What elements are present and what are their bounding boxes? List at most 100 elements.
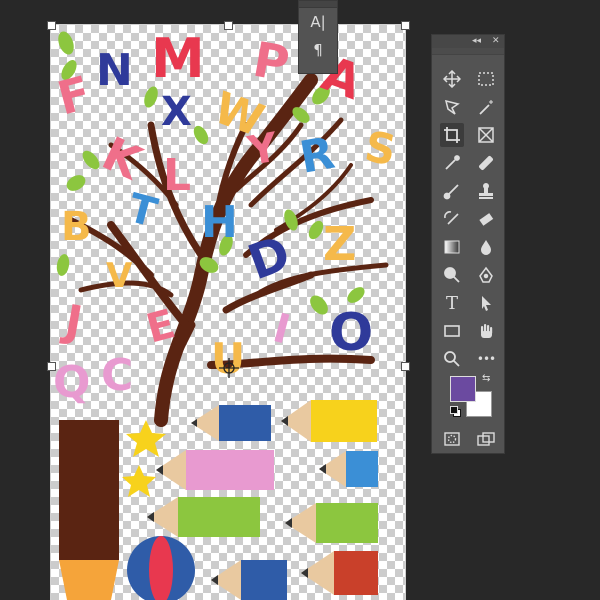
artwork-letter-f: F (52, 65, 96, 125)
transform-handle[interactable] (224, 21, 233, 30)
lasso-tool-button[interactable] (440, 95, 464, 119)
artwork-letter-c: C (101, 350, 133, 401)
lasso-tool-icon (444, 99, 460, 115)
clone-stamp-tool-button[interactable] (474, 179, 498, 203)
pen-tool-icon (479, 266, 493, 283)
magic-wand-tool-icon (479, 100, 493, 115)
type-tool-icon: T (445, 292, 458, 314)
artwork-letter-t: T (123, 185, 162, 237)
quick-mask-icon (444, 432, 460, 446)
eraser-tool-button[interactable] (474, 207, 498, 231)
paragraph-icon: ¶ (313, 41, 323, 59)
paragraph-panel-button[interactable]: ¶ (299, 36, 337, 64)
move-tool-icon (443, 70, 461, 88)
pencil-illustration (301, 551, 378, 595)
character-paragraph-panel: A| ¶ (298, 0, 338, 74)
swap-colors-icon[interactable]: ⇆ (482, 373, 490, 384)
type-tool-button[interactable]: T (440, 291, 464, 315)
hand-tool-button[interactable] (474, 319, 498, 343)
artwork-letter-l: L (163, 150, 191, 201)
crop-tool-icon (444, 127, 460, 143)
artwork-letter-u: U (211, 334, 245, 383)
large-pencil-illustration (59, 420, 119, 600)
panel-grip[interactable] (432, 48, 504, 55)
close-panel-icon[interactable]: ✕ (492, 35, 500, 48)
transform-handle[interactable] (47, 21, 56, 30)
pencil-illustration (147, 497, 260, 537)
healing-brush-tool-icon (479, 156, 493, 170)
artwork-letter-j: J (58, 295, 86, 349)
artwork-letter-m: M (151, 27, 205, 90)
brush-tool-icon (443, 184, 459, 200)
pen-tool-button[interactable] (474, 263, 498, 287)
artwork-letter-i: I (268, 305, 294, 353)
pencil-illustration (281, 400, 377, 442)
document-canvas[interactable]: FNMPAXWKLTYRSBVHDZJEUIOQC (50, 24, 406, 600)
blur-tool-button[interactable] (474, 235, 498, 259)
character-icon: A| (310, 13, 326, 31)
pencil-illustration (285, 503, 378, 543)
tools-panel-titlebar: ◂◂ ✕ (432, 35, 504, 48)
history-brush-tool-icon (444, 211, 459, 225)
artwork-letter-k: K (94, 126, 151, 191)
blur-tool-icon (481, 240, 491, 255)
transform-handle[interactable] (401, 362, 410, 371)
artwork-letter-p: P (249, 32, 293, 93)
artwork-illustration: F N M P AX WK LTY R SBVHD ZJ EUI OQ C (52, 27, 400, 600)
artwork-letter-r: R (296, 128, 338, 184)
rectangle-tool-button[interactable] (440, 319, 464, 343)
eyedropper-tool-icon (445, 155, 460, 170)
artwork-letter-q: Q (53, 357, 90, 408)
eyedropper-tool-button[interactable] (440, 151, 464, 175)
quick-mask-button[interactable] (440, 427, 464, 451)
ball-illustration (127, 536, 195, 600)
marquee-tool-button[interactable] (474, 67, 498, 91)
character-panel-button[interactable]: A| (299, 8, 337, 36)
tools-panel: ◂◂ ✕ T ••• ⇆ (431, 34, 505, 454)
frame-tool-button[interactable] (474, 123, 498, 147)
screen-mode-button[interactable] (474, 427, 498, 451)
default-colors-icon[interactable] (450, 406, 461, 417)
artwork-letter-o: O (329, 303, 373, 363)
gradient-tool-button[interactable] (440, 235, 464, 259)
artwork-letter-x: X (161, 89, 192, 135)
history-brush-tool-button[interactable] (440, 207, 464, 231)
artwork-letter-z: Z (323, 217, 356, 271)
frame-tool-icon (478, 127, 494, 143)
rectangle-tool-icon (444, 325, 460, 337)
pencil-illustration (191, 405, 271, 441)
screen-mode-icon (477, 432, 495, 446)
healing-brush-tool-button[interactable] (474, 151, 498, 175)
pencil-illustration (319, 451, 378, 487)
gradient-tool-icon (444, 240, 460, 254)
move-tool-button[interactable] (440, 67, 464, 91)
pencil-illustration (211, 560, 287, 600)
dodge-tool-button[interactable] (440, 263, 464, 287)
transform-handle[interactable] (47, 362, 56, 371)
more-tools-button[interactable]: ••• (474, 347, 498, 371)
transform-handle[interactable] (401, 21, 410, 30)
pencil-illustration (156, 450, 274, 490)
eraser-tool-icon (479, 213, 494, 226)
path-selection-tool-button[interactable] (474, 291, 498, 315)
hand-tool-icon (481, 324, 493, 338)
zoom-tool-button[interactable] (440, 347, 464, 371)
artwork-letter-s: S (361, 122, 399, 176)
more-tools-icon: ••• (476, 352, 496, 366)
brush-tool-button[interactable] (440, 179, 464, 203)
clone-stamp-tool-icon (479, 183, 493, 199)
zoom-tool-icon (444, 351, 460, 367)
star-illustration (122, 465, 156, 497)
path-selection-tool-icon (482, 296, 491, 311)
artwork-letter-n: N (96, 45, 133, 96)
panel-grip[interactable] (299, 1, 337, 8)
alphabet-letters: F N M P AX WK LTY R SBVHD ZJ EUI OQ C (52, 27, 400, 408)
magic-wand-tool-button[interactable] (474, 95, 498, 119)
artwork-letter-h: H (201, 197, 238, 248)
crop-tool-button[interactable] (440, 123, 464, 147)
foreground-color-swatch[interactable] (450, 376, 476, 402)
artwork-letter-v: V (106, 256, 133, 296)
artwork-letter-b: B (61, 204, 92, 250)
marquee-tool-icon (478, 72, 494, 86)
collapse-panel-icon[interactable]: ◂◂ (472, 35, 481, 48)
